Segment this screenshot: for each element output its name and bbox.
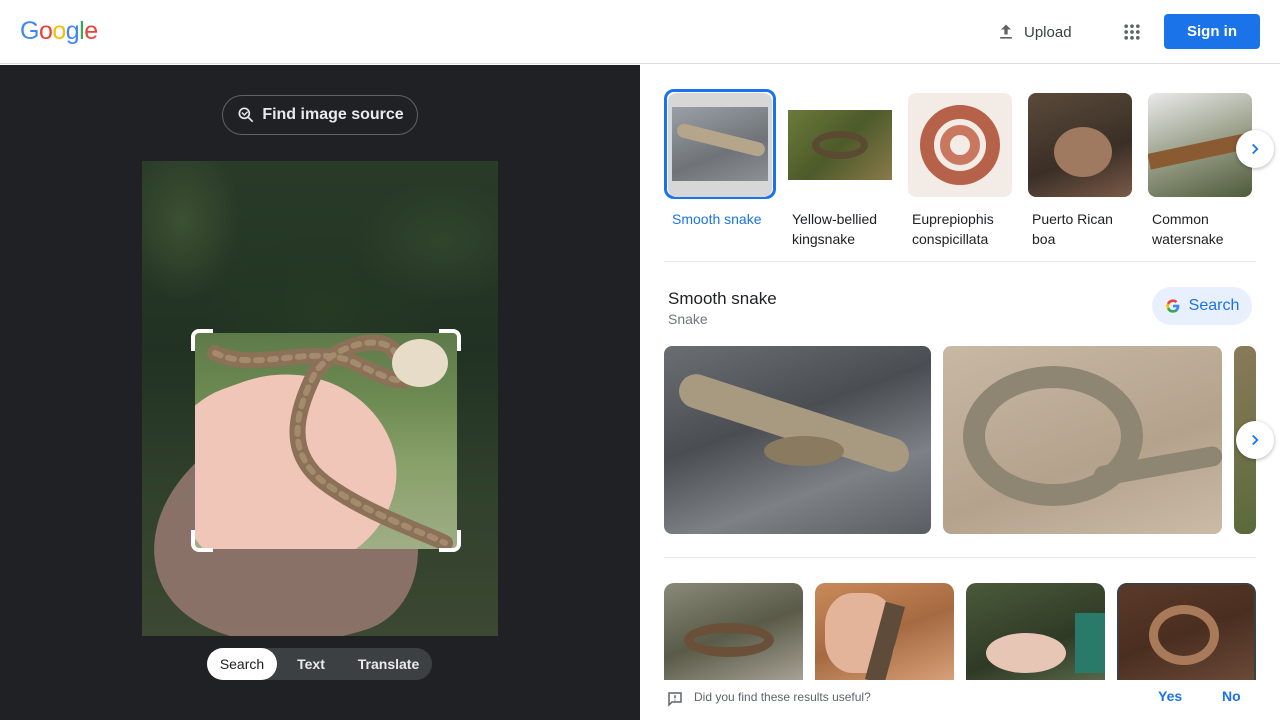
upload-icon	[1000, 24, 1012, 39]
query-image	[142, 161, 498, 636]
result-thumbnail[interactable]	[966, 583, 1105, 683]
mode-switcher: Search Text Translate	[207, 648, 432, 680]
candidates-next-button[interactable]	[1236, 130, 1274, 168]
logo-letter: o	[38, 17, 53, 45]
candidate-thumbnail	[788, 93, 892, 197]
find-image-source-label: Find image source	[262, 106, 404, 123]
candidate-label: Yellow-bellied kingsnake	[792, 211, 878, 247]
result-image[interactable]	[664, 346, 931, 534]
feedback-yes-button[interactable]: Yes	[1158, 688, 1182, 704]
candidate-label: Smooth snake	[672, 211, 762, 227]
result-thumbnail[interactable]	[1117, 583, 1256, 683]
snake-shape	[207, 334, 453, 549]
upload-button[interactable]: Upload	[984, 14, 1084, 50]
result-thumbnail[interactable]	[664, 583, 803, 683]
chevron-right-icon	[1252, 434, 1259, 446]
section-divider	[664, 261, 1256, 262]
candidate-yellow-bellied-kingsnake[interactable]: Yellow-bellied kingsnake	[784, 91, 896, 249]
chevron-right-icon	[1252, 143, 1259, 155]
google-logo[interactable]: Google	[20, 17, 98, 46]
crop-handle-bottom-left[interactable]	[191, 530, 213, 552]
logo-letter: G	[20, 17, 39, 45]
image-panel: Find image source Search Text Translate	[0, 65, 640, 720]
candidate-thumbnail	[908, 93, 1012, 197]
mode-translate-tab[interactable]: Translate	[345, 648, 432, 680]
section-divider	[664, 557, 1256, 558]
logo-letter: e	[84, 17, 98, 45]
feedback-question: Did you find these results useful?	[694, 690, 871, 704]
candidate-label: Euprepiophis conspicillata	[912, 211, 994, 247]
entity-subtitle: Snake	[668, 311, 708, 327]
mode-text-tab[interactable]: Text	[277, 648, 345, 680]
mode-search-tab[interactable]: Search	[207, 648, 277, 680]
entity-search-button[interactable]: Search	[1152, 287, 1252, 325]
feedback-no-button[interactable]: No	[1222, 688, 1241, 704]
google-apps-button[interactable]	[1116, 16, 1148, 48]
feedback-bar: Did you find these results useful? Yes N…	[640, 680, 1280, 720]
candidate-label: Common watersnake	[1152, 211, 1224, 247]
entity-search-label: Search	[1188, 297, 1240, 314]
crop-handle-top-right[interactable]	[439, 329, 461, 351]
candidate-puerto-rican-boa[interactable]: Puerto Rican boa	[1024, 91, 1136, 249]
find-image-source-button[interactable]: Find image source	[222, 95, 418, 135]
candidate-thumbnail	[668, 93, 772, 197]
result-image[interactable]	[943, 346, 1222, 534]
crop-handle-bottom-right[interactable]	[439, 530, 461, 552]
sign-in-button[interactable]: Sign in	[1164, 14, 1260, 49]
lens-search-icon	[238, 107, 254, 123]
results-panel: Smooth snake Yellow-bellied kingsnake Eu…	[640, 65, 1280, 720]
apps-grid-icon	[1124, 24, 1140, 40]
logo-letter: o	[52, 17, 66, 45]
candidate-strip: Smooth snake Yellow-bellied kingsnake Eu…	[664, 89, 1256, 251]
result-thumbnail[interactable]	[815, 583, 954, 683]
top-bar: Google Upload Sign in	[0, 0, 1280, 64]
candidate-label: Puerto Rican boa	[1032, 211, 1113, 247]
candidate-eupreiophis-conspicillata[interactable]: Euprepiophis conspicillata	[904, 91, 1016, 249]
crop-region[interactable]	[195, 333, 457, 549]
entity-title: Smooth snake	[668, 289, 777, 308]
logo-letter: g	[65, 17, 80, 45]
candidate-thumbnail	[1028, 93, 1132, 197]
google-g-icon	[1165, 299, 1180, 313]
results-next-button[interactable]	[1236, 421, 1274, 459]
feedback-icon	[668, 692, 682, 707]
upload-label: Upload	[1024, 23, 1072, 41]
candidate-smooth-snake[interactable]: Smooth snake	[664, 89, 776, 229]
crop-handle-top-left[interactable]	[191, 329, 213, 351]
candidate-common-watersnake[interactable]: Common watersnake	[1144, 91, 1256, 249]
